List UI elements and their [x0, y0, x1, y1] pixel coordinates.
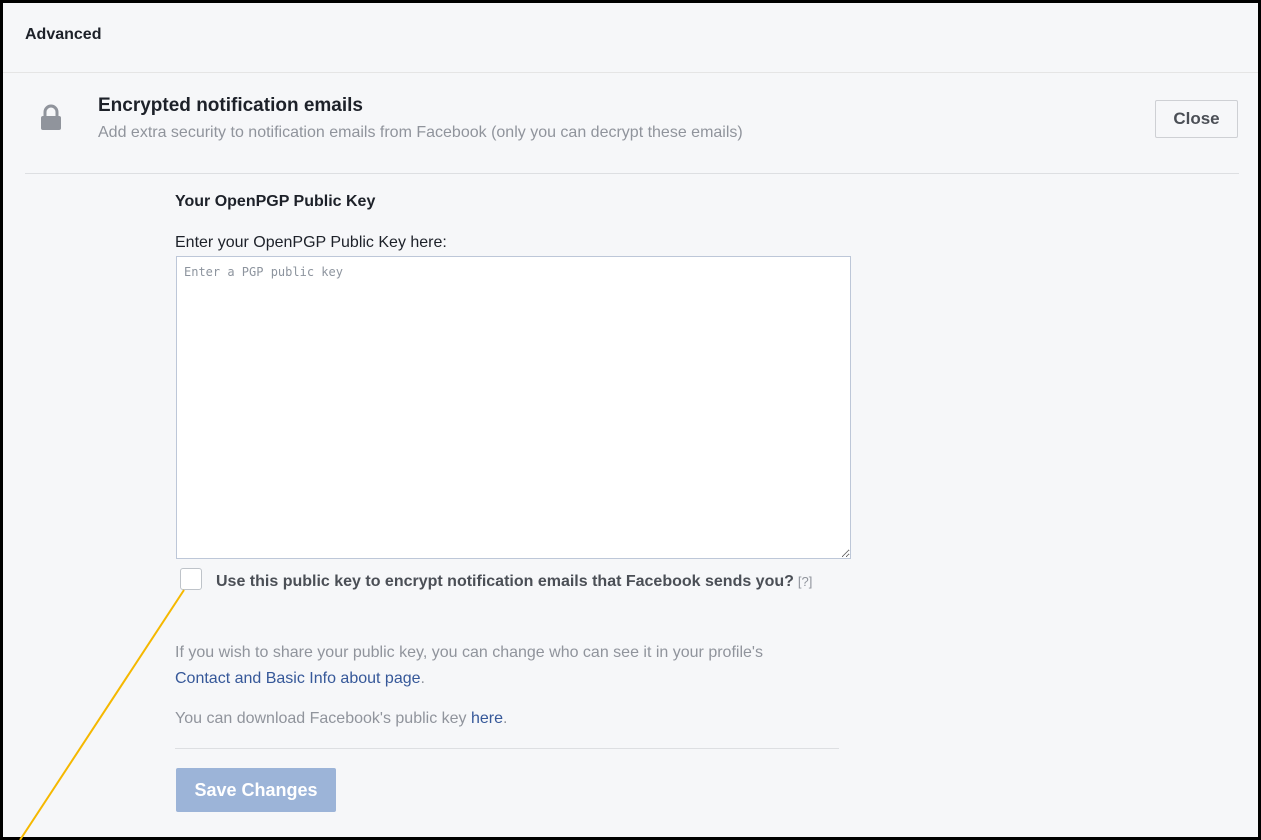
save-changes-button[interactable]: Save Changes: [176, 768, 336, 812]
share-key-period: .: [420, 670, 425, 687]
section-subtitle: Add extra security to notification email…: [98, 124, 743, 141]
encrypt-emails-checkbox[interactable]: [180, 568, 202, 590]
public-key-textarea[interactable]: [176, 256, 851, 559]
download-key-text: You can download Facebook's public key: [175, 710, 467, 727]
encrypt-emails-label-text: Use this public key to encrypt notificat…: [216, 573, 794, 590]
advanced-settings-panel: Advanced Encrypted notification emails A…: [0, 0, 1261, 840]
public-key-label: Enter your OpenPGP Public Key here:: [175, 234, 447, 251]
download-key-link[interactable]: here: [471, 710, 503, 727]
download-key-period: .: [503, 710, 508, 727]
lock-icon: [40, 103, 62, 131]
share-key-info: If you wish to share your public key, yo…: [175, 640, 815, 692]
help-link[interactable]: [?]: [798, 574, 812, 589]
divider: [25, 173, 1239, 174]
contact-info-link[interactable]: Contact and Basic Info about page: [175, 670, 421, 687]
download-key-info: You can download Facebook's public key h…: [175, 710, 507, 728]
encrypt-emails-label[interactable]: Use this public key to encrypt notificat…: [216, 569, 836, 594]
close-button[interactable]: Close: [1155, 100, 1238, 138]
section-title: Encrypted notification emails: [98, 95, 363, 116]
panel-title: Advanced: [25, 26, 102, 43]
divider: [175, 748, 839, 749]
panel-header: Advanced: [3, 3, 1258, 73]
public-key-title: Your OpenPGP Public Key: [175, 193, 376, 210]
share-key-text: If you wish to share your public key, yo…: [175, 644, 763, 661]
